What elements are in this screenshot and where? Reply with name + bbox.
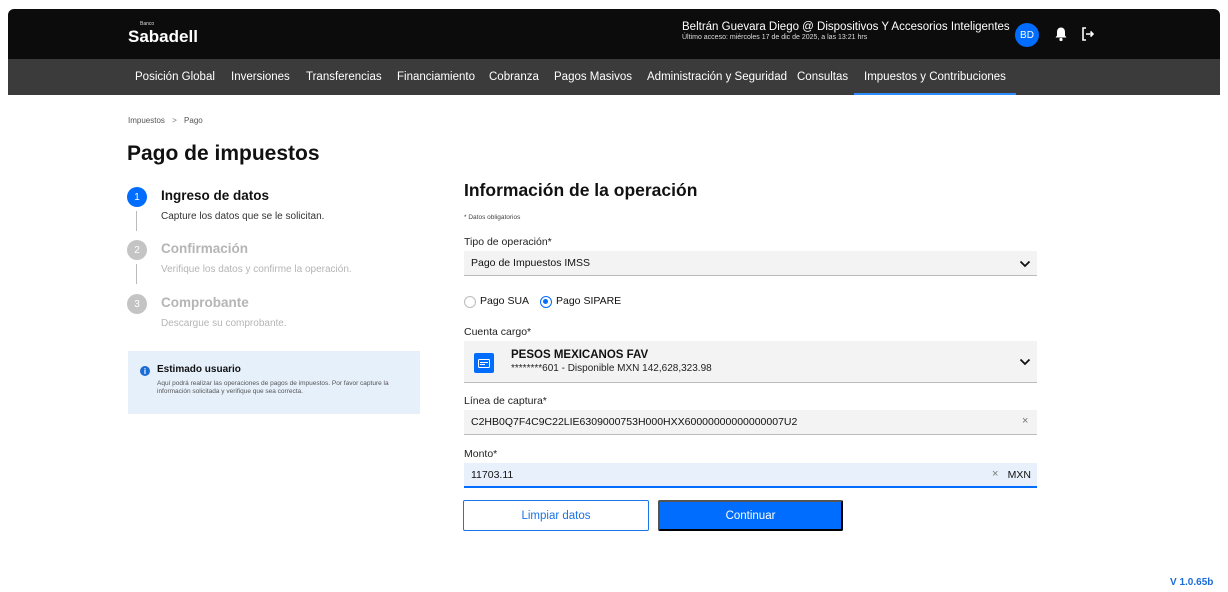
version-label: V 1.0.65b [1170, 577, 1214, 588]
info-box: i Estimado usuario Aquí podrá realizar l… [128, 351, 420, 414]
amount-label: Monto* [464, 448, 498, 460]
capture-line-label: Línea de captura* [464, 395, 547, 407]
radio-pago-sua[interactable] [464, 296, 476, 308]
user-info: Beltrán Guevara Diego @ Dispositivos Y A… [682, 21, 1010, 41]
account-card-icon [474, 353, 494, 373]
account-detail: ********601 - Disponible MXN 142,628,323… [511, 363, 712, 374]
account-select[interactable]: PESOS MEXICANOS FAV ********601 - Dispon… [464, 341, 1037, 383]
logo-sabadell-text: Sabadell [128, 27, 198, 46]
currency-label: MXN [1007, 469, 1031, 481]
section-title: Información de la operación [464, 180, 698, 200]
breadcrumb-separator: > [172, 116, 177, 125]
bell-icon[interactable] [1054, 26, 1068, 42]
last-access-text: Último acceso: miércoles 17 de dic de 20… [682, 34, 868, 41]
clear-capture-line-icon[interactable]: × [1022, 415, 1028, 427]
nav-item-posicion-global[interactable]: Posición Global [135, 59, 215, 95]
nav-item-administracion[interactable]: Administración y Seguridad [647, 59, 787, 95]
app-frame: Banco Sabadell Beltrán Guevara Diego @ D… [0, 0, 1228, 592]
radio-pago-sipare[interactable] [540, 296, 552, 308]
radio-label-pago-sua[interactable]: Pago SUA [480, 295, 529, 307]
nav-item-inversiones[interactable]: Inversiones [231, 59, 290, 95]
operation-type-select[interactable]: Pago de Impuestos IMSS [464, 251, 1037, 276]
capture-line-value: C2HB0Q7F4C9C22LIE6309000753H000HXX600000… [471, 416, 798, 428]
step-title: Ingreso de datos [161, 188, 270, 203]
nav-item-pagos-masivos[interactable]: Pagos Masivos [554, 59, 632, 95]
chevron-down-icon [1019, 260, 1031, 268]
page-title: Pago de impuestos [127, 142, 320, 165]
nav-item-impuestos[interactable]: Impuestos y Contribuciones [854, 59, 1016, 95]
info-text: Aquí podrá realizar las operaciones de p… [157, 380, 389, 395]
breadcrumb-item-pago: Pago [184, 116, 203, 125]
continue-button[interactable]: Continuar [658, 500, 843, 531]
logout-icon[interactable] [1080, 26, 1096, 42]
user-name: Beltrán Guevara Diego @ Dispositivos Y A… [682, 21, 1010, 33]
amount-value: 11703.11 [471, 469, 514, 481]
capture-line-input[interactable]: C2HB0Q7F4C9C22LIE6309000753H000HXX600000… [464, 410, 1037, 435]
step-number: 2 [127, 240, 147, 260]
step-connector [136, 264, 137, 284]
step-description: Verifique los datos y confirme la operac… [161, 264, 352, 275]
radio-label-pago-sipare[interactable]: Pago SIPARE [556, 295, 621, 307]
step-connector [136, 211, 137, 231]
step-number: 1 [127, 187, 147, 207]
step-title: Comprobante [161, 295, 249, 310]
step-title: Confirmación [161, 241, 249, 256]
account-label: Cuenta cargo* [464, 326, 532, 338]
step-description: Descargue su comprobante. [161, 318, 287, 329]
breadcrumb: Impuestos > Pago [128, 116, 203, 125]
clear-amount-icon[interactable]: × [992, 468, 998, 480]
step-description: Capture los datos que se le solicitan. [161, 211, 325, 222]
clear-data-button[interactable]: Limpiar datos [463, 500, 649, 531]
nav-item-consultas[interactable]: Consultas [797, 59, 848, 95]
chevron-down-icon [1019, 358, 1031, 366]
required-note: * Datos obligatorios [464, 214, 521, 221]
nav-item-cobranza[interactable]: Cobranza [489, 59, 539, 95]
top-header: Banco Sabadell Beltrán Guevara Diego @ D… [8, 9, 1220, 59]
main-nav: Posición Global Inversiones Transferenci… [8, 59, 1220, 95]
info-icon: i [140, 366, 150, 376]
nav-item-transferencias[interactable]: Transferencias [306, 59, 382, 95]
info-title: Estimado usuario [157, 364, 241, 375]
account-name: PESOS MEXICANOS FAV [511, 349, 649, 361]
step-number: 3 [127, 294, 147, 314]
nav-item-financiamiento[interactable]: Financiamiento [397, 59, 475, 95]
breadcrumb-item-impuestos[interactable]: Impuestos [128, 116, 165, 125]
avatar[interactable]: BD [1015, 23, 1039, 47]
operation-type-value: Pago de Impuestos IMSS [471, 257, 591, 269]
operation-type-label: Tipo de operación* [464, 236, 552, 248]
amount-input[interactable]: 11703.11 × MXN [464, 463, 1037, 488]
